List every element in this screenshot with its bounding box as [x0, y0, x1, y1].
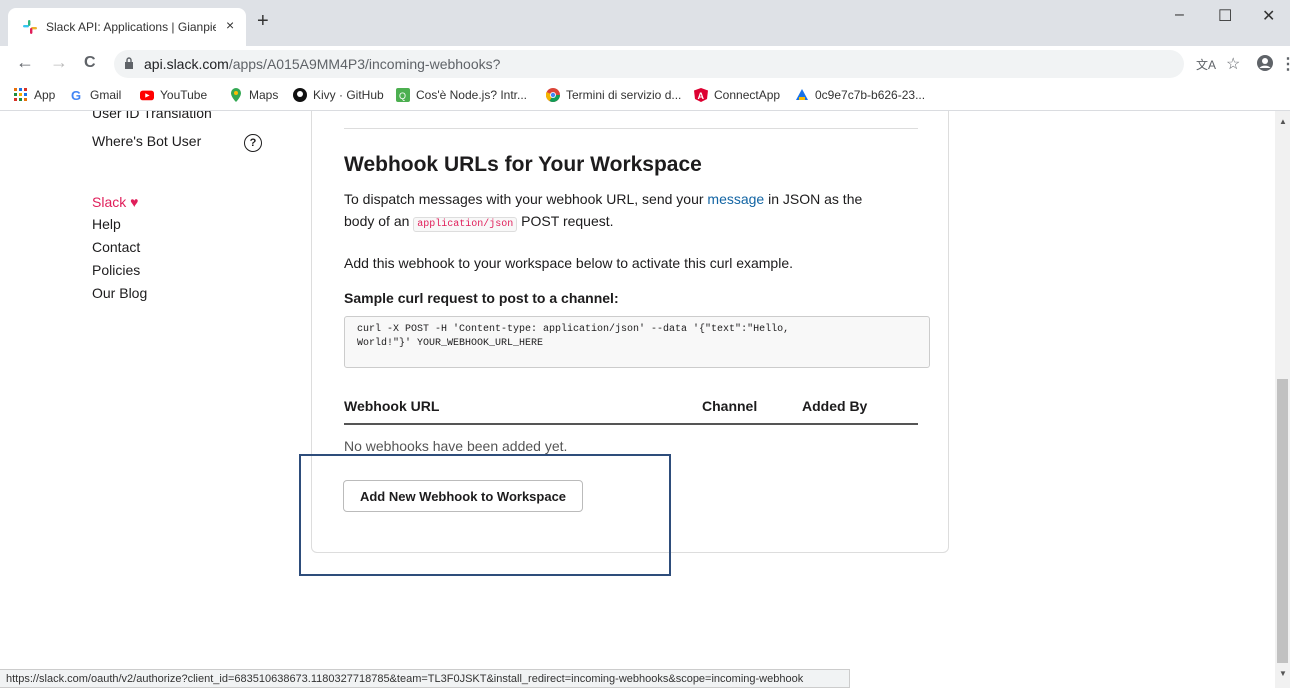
bookmark-label: ConnectApp	[714, 88, 781, 102]
profile-icon[interactable]	[1256, 54, 1274, 72]
divider	[344, 128, 918, 129]
inline-code: application/json	[413, 217, 518, 232]
page-title: Webhook URLs for Your Workspace	[344, 153, 702, 176]
back-button[interactable]: ←	[16, 52, 34, 73]
svg-text:G: G	[71, 88, 81, 102]
bookmark-connectapp[interactable]: A ConnectApp	[694, 88, 780, 102]
scroll-up-arrow-icon[interactable]: ▲	[1279, 117, 1287, 126]
tab-close-icon[interactable]: ×	[226, 17, 234, 33]
maximize-button[interactable]: ☐	[1218, 6, 1232, 26]
highlight-box	[299, 454, 671, 576]
sidebar-link-contact[interactable]: Contact	[92, 239, 140, 255]
scroll-down-arrow-icon[interactable]: ▼	[1279, 669, 1287, 678]
apps-grid-icon	[14, 88, 27, 101]
bookmark-label: Cos'è Node.js? Intr...	[416, 88, 528, 102]
bookmark-site[interactable]: 0c9e7c7b-b626-23...	[795, 88, 925, 102]
column-header-channel: Channel	[702, 398, 758, 414]
star-icon[interactable]: ☆	[1226, 54, 1240, 74]
bookmark-github[interactable]: Kivy · GitHub	[293, 88, 384, 102]
bookmark-nodejs[interactable]: Q Cos'è Node.js? Intr...	[396, 88, 527, 102]
site-icon	[796, 89, 808, 100]
sidebar-item-user-id-translation[interactable]: User ID Translation	[92, 111, 212, 121]
browser-toolbar: ← → C api.slack.com/apps/A015A9MM4P3/inc…	[0, 46, 1290, 82]
close-window-button[interactable]: ✕	[1262, 6, 1275, 26]
curl-code-block: curl -X POST -H 'Content-type: applicati…	[344, 316, 930, 368]
new-tab-button[interactable]: +	[257, 11, 269, 31]
url-path: /apps/A015A9MM4P3/incoming-webhooks?	[228, 56, 501, 72]
sidebar-link-blog[interactable]: Our Blog	[92, 285, 147, 301]
bookmark-label: Gmail	[90, 88, 122, 102]
table-header-rule	[344, 423, 918, 425]
code-line: curl -X POST -H 'Content-type: applicati…	[357, 324, 790, 335]
desc-text: body of an	[344, 213, 414, 229]
message-link[interactable]: message	[707, 191, 764, 207]
sidebar-link-help[interactable]: Help	[92, 216, 121, 232]
desc-text: in JSON as the	[764, 191, 863, 207]
sample-heading: Sample curl request to post to a channel…	[344, 290, 619, 306]
desc-text: To dispatch messages with your webhook U…	[344, 191, 708, 207]
bookmark-label: YouTube	[160, 88, 208, 102]
google-icon: G	[71, 88, 81, 102]
angular-icon: A	[694, 88, 708, 102]
bookmark-label: Termini di servizio d...	[566, 88, 682, 102]
bookmark-youtube[interactable]: YouTube	[140, 88, 207, 102]
page-scrollbar[interactable]: ▲ ▼	[1275, 111, 1290, 688]
maps-pin-icon	[231, 88, 241, 102]
youtube-icon	[140, 90, 154, 101]
url-domain: api.slack.com	[144, 56, 229, 72]
svg-text:A: A	[698, 91, 705, 101]
translate-icon[interactable]: 文A	[1196, 56, 1216, 73]
column-header-webhook-url: Webhook URL	[344, 398, 440, 414]
slack-logo-icon	[23, 20, 37, 34]
slack-love-label: Slack ♥	[92, 194, 139, 210]
svg-text:Q: Q	[399, 91, 406, 101]
forward-button[interactable]: →	[50, 52, 68, 73]
lock-icon	[125, 57, 133, 69]
url-text: api.slack.com/apps/A015A9MM4P3/incoming-…	[144, 56, 500, 72]
add-webhook-info: Add this webhook to your workspace below…	[344, 255, 794, 271]
tab-strip: Slack API: Applications | Gianpier × + –…	[0, 0, 1290, 46]
node-icon: Q	[396, 88, 410, 102]
webhook-description: To dispatch messages with your webhook U…	[344, 188, 924, 236]
browser-tab[interactable]: Slack API: Applications | Gianpier ×	[8, 8, 246, 46]
bookmarks-bar: App G Gmail YouTube Maps Kivy · GitHub QC…	[0, 82, 1290, 111]
sidebar-item-bots-user[interactable]: Where's Bot User	[92, 133, 201, 149]
desc-text: POST request.	[517, 213, 614, 229]
sidebar-link-policies[interactable]: Policies	[92, 262, 140, 278]
status-url-bar: https://slack.com/oauth/v2/authorize?cli…	[0, 669, 850, 688]
bookmark-maps[interactable]: Maps	[229, 88, 278, 102]
reload-button[interactable]: C	[84, 54, 96, 72]
bookmark-label: App	[34, 88, 56, 102]
chrome-icon	[546, 88, 560, 102]
bookmark-gmail[interactable]: G Gmail	[70, 88, 121, 102]
minimize-button[interactable]: –	[1175, 6, 1184, 24]
address-bar[interactable]: api.slack.com/apps/A015A9MM4P3/incoming-…	[114, 50, 1184, 78]
bookmark-label: 0c9e7c7b-b626-23...	[815, 88, 926, 102]
scrollbar-thumb[interactable]	[1277, 379, 1288, 663]
menu-icon[interactable]: ⋮	[1280, 54, 1290, 74]
bookmark-label: Kivy · GitHub	[313, 88, 384, 102]
page-content: User ID Translation Where's Bot User ? S…	[0, 111, 1275, 669]
code-line: World!"}' YOUR_WEBHOOK_URL_HERE	[357, 338, 544, 349]
tab-title: Slack API: Applications | Gianpier	[46, 20, 216, 34]
bookmark-app[interactable]: App	[14, 88, 55, 102]
empty-webhooks-message: No webhooks have been added yet.	[344, 438, 568, 454]
github-icon	[293, 88, 307, 102]
bookmark-label: Maps	[249, 88, 279, 102]
bookmark-termini[interactable]: Termini di servizio d...	[546, 88, 681, 102]
help-circle-icon[interactable]: ?	[244, 134, 262, 152]
column-header-added-by: Added By	[802, 398, 868, 414]
